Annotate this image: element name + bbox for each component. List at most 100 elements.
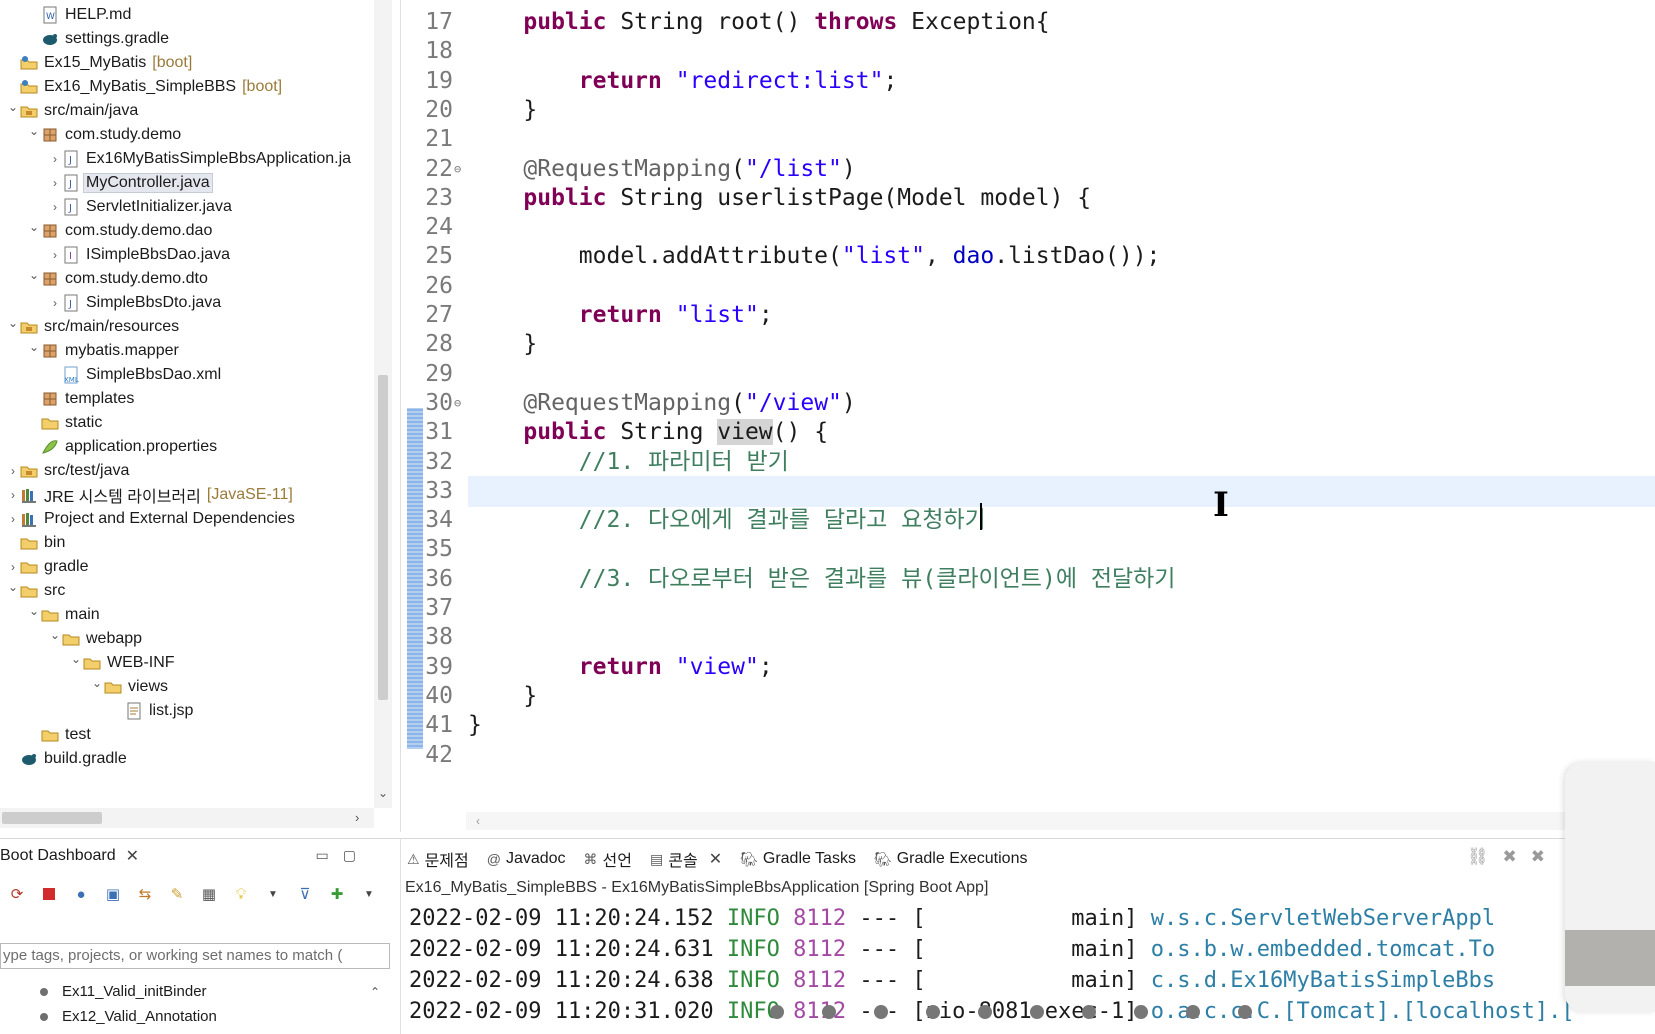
tree-item[interactable]: build.gradle — [0, 746, 374, 771]
code-line[interactable]: 25 model.addAttribute("list", dao.listDa… — [401, 241, 1655, 272]
chevron-down-icon[interactable]: ⌄ — [27, 604, 41, 618]
tree-item[interactable]: ⌄ com.study.demo.dao — [0, 218, 374, 243]
code-line[interactable]: 17 public String root() throws Exception… — [401, 7, 1655, 38]
chevron-down-icon[interactable]: ⌄ — [27, 220, 41, 234]
dropdown-icon[interactable]: ▼ — [358, 883, 380, 905]
chevron-down-icon[interactable]: ⌄ — [6, 100, 20, 114]
tab-boot-dashboard[interactable]: Boot Dashboard ✕ — [0, 841, 139, 871]
tree-item[interactable]: › gradle — [0, 554, 374, 579]
tree-item[interactable]: › J ServletInitializer.java — [0, 194, 374, 219]
chevron-right-icon[interactable]: › — [48, 200, 62, 214]
chevron-down-icon[interactable]: ⌄ — [6, 580, 20, 594]
boot-filter-input[interactable]: ype tags, projects, or working set names… — [0, 943, 390, 969]
code-line[interactable]: 27 return "list"; — [401, 300, 1655, 331]
code-line[interactable]: 34 //2. 다오에게 결과를 달라고 요청하기 — [401, 505, 1655, 536]
code-line[interactable]: 38 — [401, 622, 1655, 653]
scroll-right-icon[interactable]: › — [355, 810, 359, 825]
chevron-right-icon[interactable]: › — [6, 464, 20, 478]
tree-item[interactable]: ⌄ WEB-INF — [0, 650, 374, 675]
code-line[interactable]: 40 } — [401, 681, 1655, 712]
tree-item[interactable]: application.properties — [0, 434, 374, 459]
chevron-down-icon[interactable]: ⌄ — [27, 124, 41, 138]
globe-icon[interactable]: ● — [70, 883, 92, 905]
tree-item[interactable]: ⌄ src — [0, 578, 374, 603]
tree-item[interactable]: Ex15_MyBatis [boot] — [0, 50, 374, 75]
code-line[interactable]: 26 — [401, 271, 1655, 302]
code-line[interactable]: 39 return "view"; — [401, 652, 1655, 683]
tree-item[interactable]: › J SimpleBbsDto.java — [0, 290, 374, 315]
tree-item[interactable]: W HELP.md — [0, 2, 374, 27]
explorer-horizontal-scrollbar[interactable] — [0, 808, 374, 828]
close-icon[interactable]: ✕ — [709, 849, 722, 869]
tree-item[interactable]: › src/test/java — [0, 458, 374, 483]
tab-선언[interactable]: ⌘ 선언 — [584, 847, 632, 871]
code-line[interactable]: 28 } — [401, 329, 1655, 360]
code-editor[interactable]: 17 public String root() throws Exception… — [400, 0, 1655, 832]
explorer-vertical-scrollbar[interactable] — [374, 0, 392, 808]
filter-icon[interactable]: ⊽ — [294, 883, 316, 905]
code-line[interactable]: 24 — [401, 212, 1655, 243]
pin-icon[interactable]: ⛓ — [1467, 847, 1489, 867]
tab-gradle-executions[interactable]: 🐘︎ Gradle Executions — [874, 850, 1028, 868]
code-line[interactable]: 42 — [401, 740, 1655, 771]
code-line[interactable]: 21 — [401, 124, 1655, 155]
code-line[interactable]: 30 ⊖ @RequestMapping("/view") — [401, 388, 1655, 419]
list-item[interactable]: Ex11_Valid_initBinder — [0, 979, 375, 1004]
tree-item[interactable]: › JRE 시스템 라이브러리 [JavaSE-11] — [0, 482, 374, 507]
list-item[interactable]: Ex12_Valid_Annotation — [0, 1004, 375, 1029]
tree-item[interactable]: ⌄ views — [0, 674, 374, 699]
chevron-down-icon[interactable]: ⌄ — [48, 628, 62, 642]
scroll-up-icon[interactable]: ⌃ — [370, 985, 380, 999]
scroll-down-icon[interactable]: ⌄ — [378, 786, 388, 800]
tree-item[interactable]: › J MyController.java — [0, 170, 374, 195]
tab-문제점[interactable]: ⚠ 문제점 — [407, 847, 469, 871]
close-icon[interactable]: ✕ — [126, 846, 139, 866]
dropdown-icon[interactable]: ▼ — [262, 883, 284, 905]
tree-item[interactable]: › I ISimpleBbsDao.java — [0, 242, 374, 267]
chevron-right-icon[interactable]: › — [48, 248, 62, 262]
tree-item[interactable]: Ex16_MyBatis_SimpleBBS [boot] — [0, 74, 374, 99]
stop-icon[interactable] — [38, 883, 60, 905]
tree-item[interactable]: ⌄ com.study.demo — [0, 122, 374, 147]
chevron-right-icon[interactable]: › — [6, 560, 20, 574]
tab-콘솔[interactable]: ▤ 콘솔 ✕ — [650, 847, 722, 871]
edit-icon[interactable]: ✎ — [166, 883, 188, 905]
code-line[interactable]: 18 — [401, 36, 1655, 67]
tree-item[interactable]: static — [0, 410, 374, 435]
code-line[interactable]: 36 //3. 다오로부터 받은 결과를 뷰(클라이언트)에 전달하기 — [401, 564, 1655, 595]
chevron-down-icon[interactable]: ⌄ — [27, 340, 41, 354]
code-line[interactable]: 20 } — [401, 95, 1655, 126]
scroll-thumb[interactable] — [378, 375, 388, 700]
chevron-down-icon[interactable]: ⌄ — [90, 676, 104, 690]
fold-toggle-icon[interactable]: ⊖ — [454, 154, 461, 185]
chevron-right-icon[interactable]: › — [48, 152, 62, 166]
table-icon[interactable]: ▦ — [198, 883, 220, 905]
chevron-right-icon[interactable]: › — [48, 296, 62, 310]
remove-launches-icon[interactable]: ✖ — [1531, 847, 1545, 867]
console-icon[interactable]: ▣ — [102, 883, 124, 905]
terminate-icon[interactable]: ✖ — [1503, 847, 1517, 867]
tree-item[interactable]: › J Ex16MyBatisSimpleBbsApplication.ja — [0, 146, 374, 171]
chevron-right-icon[interactable]: › — [6, 488, 20, 502]
tree-item[interactable]: ⌄ src/main/resources — [0, 314, 374, 339]
code-line[interactable]: 32 //1. 파라미터 받기 — [401, 447, 1655, 478]
chevron-right-icon[interactable]: › — [48, 176, 62, 190]
tab-javadoc[interactable]: @ Javadoc — [487, 850, 566, 868]
code-line[interactable]: 41} — [401, 710, 1655, 741]
chevron-down-icon[interactable]: ⌄ — [69, 652, 83, 666]
tree-item[interactable]: XML SimpleBbsDao.xml — [0, 362, 374, 387]
tree-item[interactable]: templates — [0, 386, 374, 411]
code-line[interactable]: 35 — [401, 534, 1655, 565]
lightbulb-icon[interactable]: 💡︎ — [230, 883, 252, 905]
tree-item[interactable]: bin — [0, 530, 374, 555]
tree-item[interactable]: ⌄ webapp — [0, 626, 374, 651]
tab-gradle-tasks[interactable]: 🐘︎ Gradle Tasks — [740, 850, 856, 868]
restart-icon[interactable]: ⟳ — [6, 883, 28, 905]
deploy-icon[interactable]: ⇆ — [134, 883, 156, 905]
tree-item[interactable]: › Project and External Dependencies — [0, 506, 374, 531]
tree-item[interactable]: test — [0, 722, 374, 747]
tree-item[interactable]: ⌄ src/main/java — [0, 98, 374, 123]
code-line[interactable]: 19 return "redirect:list"; — [401, 66, 1655, 97]
code-line[interactable]: 23 public String userlistPage(Model mode… — [401, 183, 1655, 214]
chevron-down-icon[interactable]: ⌄ — [6, 316, 20, 330]
